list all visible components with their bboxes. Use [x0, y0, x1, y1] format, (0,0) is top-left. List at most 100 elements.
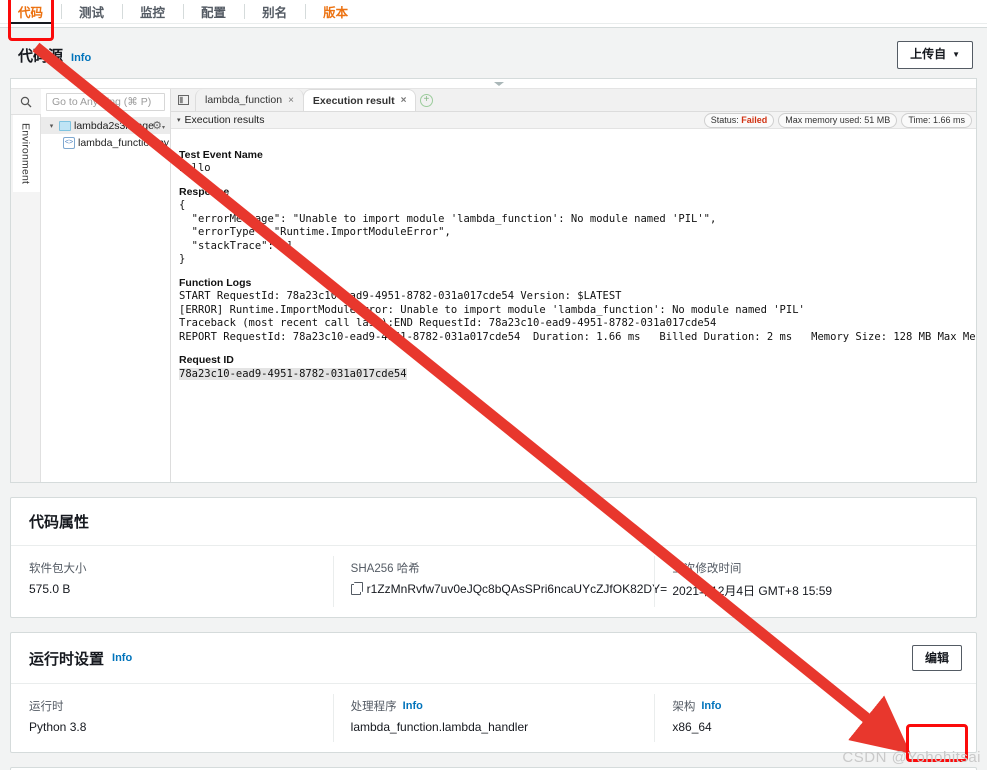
status-badge-value: Failed [741, 114, 768, 125]
architecture-info-link[interactable]: Info [701, 700, 721, 712]
code-source-header: 代码源 Info 上传自 ▼ [0, 28, 987, 78]
close-icon[interactable]: × [401, 95, 407, 106]
runtime-settings-title: 运行时设置 [29, 650, 105, 668]
runtime-column: 运行时 Python 3.8 [11, 684, 333, 752]
tab-monitor[interactable]: 监控 [122, 0, 183, 23]
copy-icon[interactable] [350, 581, 363, 595]
response-line-3: "stackTrace": [] [179, 239, 293, 252]
request-id-value: 78a23c10-ead9-4951-8782-031a017cde54 [179, 367, 407, 380]
go-to-anything-input[interactable]: Go to Anything (⌘ P) [46, 93, 165, 111]
handler-label: 处理程序 [350, 701, 397, 713]
response-line-0: { [179, 199, 186, 211]
upload-from-button[interactable]: 上传自 ▼ [897, 41, 973, 69]
handler-label-row: 处理程序 Info [351, 698, 637, 714]
runtime-settings-header: 运行时设置 Info 编辑 [11, 633, 976, 684]
file-tree-pane: Go to Anything (⌘ P) ▾ lambda2s3image ⚙▾… [41, 89, 171, 482]
function-tab-bar: 代码 测试 监控 配置 别名 版本 [0, 0, 987, 24]
new-tab-icon[interactable]: + [415, 89, 437, 111]
folder-icon [59, 120, 71, 131]
close-icon[interactable]: × [288, 95, 294, 106]
duration-badge: Time: 1.66 ms [901, 112, 972, 128]
runtime-settings-card: 运行时设置 Info 编辑 运行时 Python 3.8 处理程序 Info l… [10, 632, 977, 753]
max-memory-badge: Max memory used: 51 MB [778, 112, 898, 128]
function-log-line-2: Traceback (most recent call last):END Re… [179, 317, 717, 329]
ide-activity-rail: Environment [10, 89, 41, 482]
runtime-label: 运行时 [29, 701, 64, 713]
cloud9-ide: Environment Go to Anything (⌘ P) ▾ lambd… [10, 78, 977, 483]
runtime-settings-body: 运行时 Python 3.8 处理程序 Info lambda_function… [11, 684, 976, 752]
ide-splitter-handle[interactable] [11, 79, 976, 89]
tab-aliases-label: 别名 [262, 6, 288, 20]
editor-tab-strip: lambda_function × Execution result × + [171, 89, 976, 112]
tab-code[interactable]: 代码 [0, 0, 61, 24]
response-line-1: "errorMessage": "Unable to import module… [179, 212, 717, 225]
code-source-title: 代码源 [18, 47, 64, 65]
tab-monitor-label: 监控 [140, 6, 166, 20]
tab-code-label: 代码 [18, 6, 44, 20]
chevron-down-icon[interactable]: ▾ [47, 122, 56, 130]
environment-rail-label[interactable]: Environment [12, 115, 40, 193]
code-source-info-link[interactable]: Info [71, 52, 91, 64]
test-event-name-heading: Test Event Name [179, 148, 263, 161]
sha256-value-row: r1ZzMnRvfw7uv0eJQc8bQAsSPri6ncaUYcZJfOK8… [350, 581, 667, 596]
execution-status-pills: Status: Failed Max memory used: 51 MB Ti… [703, 112, 972, 128]
tab-list-icon[interactable] [171, 89, 195, 111]
gear-icon[interactable]: ⚙▾ [152, 119, 165, 132]
execution-results-label-group: ▾ Execution results [177, 114, 264, 126]
package-size-value: 575.0 B [29, 582, 71, 596]
tab-versions[interactable]: 版本 [305, 0, 366, 23]
tab-configuration-label: 配置 [201, 6, 227, 20]
tab-test-label: 测试 [79, 6, 105, 20]
editor-tab-execution-result-label: Execution result [312, 94, 395, 107]
lambda-console-page: 代码 测试 监控 配置 别名 版本 代码源 Info 上传自 ▼ Environ… [0, 0, 987, 770]
tree-item-file[interactable]: <> lambda_function.py [41, 134, 170, 151]
function-logs-heading: Function Logs [179, 276, 252, 289]
last-modified-value: 2021年12月4日 GMT+8 15:59 [672, 584, 833, 598]
architecture-column: 架构 Info x86_64 [654, 684, 976, 752]
handler-value: lambda_function.lambda_handler [350, 720, 529, 734]
go-to-anything-placeholder: Go to Anything (⌘ P) [52, 96, 152, 108]
function-log-line-1: [ERROR] Runtime.ImportModuleError: Unabl… [179, 303, 805, 316]
tree-item-folder-label: lambda2s3image [74, 119, 154, 132]
tab-aliases[interactable]: 别名 [244, 0, 305, 23]
architecture-label-row: 架构 Info [672, 698, 958, 714]
new-tab-label: + [419, 93, 433, 107]
handler-info-link[interactable]: Info [403, 700, 423, 712]
editor-tab-execution-result[interactable]: Execution result × [302, 89, 417, 111]
architecture-label: 架构 [672, 701, 696, 713]
package-size-column: 软件包大小 575.0 B [11, 546, 333, 617]
ide-body: Environment Go to Anything (⌘ P) ▾ lambd… [10, 89, 976, 482]
function-log-line-0: START RequestId: 78a23c10-ead9-4951-8782… [179, 290, 622, 302]
editor-tab-lambda-function[interactable]: lambda_function × [195, 89, 304, 111]
runtime-settings-title-row: 运行时设置 Info [29, 648, 132, 669]
execution-output-console[interactable]: Test Event Name hello Response{ "errorMes… [171, 129, 976, 482]
code-properties-body: 软件包大小 575.0 B SHA256 哈希 r1ZzMnRvfw7uv0eJ… [11, 546, 976, 617]
handler-column: 处理程序 Info lambda_function.lambda_handler [332, 684, 655, 752]
status-badge-prefix: Status: [710, 114, 742, 125]
code-source-title-row: 代码源 Info [18, 45, 91, 66]
last-modified-column: 上次修改时间 2021年12月4日 GMT+8 15:59 [654, 546, 976, 617]
response-line-2: "errorType": "Runtime.ImportModuleError"… [179, 226, 451, 238]
code-properties-title: 代码属性 [29, 514, 90, 531]
runtime-settings-edit-button[interactable]: 编辑 [911, 645, 962, 671]
response-heading: Response [179, 185, 230, 198]
chevron-down-icon[interactable]: ▾ [177, 116, 181, 124]
upload-from-label: 上传自 [910, 47, 947, 61]
sha256-label: SHA256 哈希 [350, 563, 420, 575]
package-size-label: 软件包大小 [29, 563, 87, 575]
editor-pane: lambda_function × Execution result × + ▾… [171, 89, 976, 482]
response-line-4: } [179, 253, 186, 265]
editor-tab-lambda-function-label: lambda_function [205, 94, 283, 106]
runtime-value: Python 3.8 [29, 720, 87, 734]
code-file-icon: <> [63, 136, 75, 149]
status-badge: Status: Failed [703, 112, 775, 128]
tab-test[interactable]: 测试 [61, 0, 122, 23]
tab-configuration[interactable]: 配置 [183, 0, 244, 23]
runtime-settings-info-link[interactable]: Info [112, 652, 132, 664]
last-modified-label: 上次修改时间 [672, 563, 742, 575]
sha256-column: SHA256 哈希 r1ZzMnRvfw7uv0eJQc8bQAsSPri6nc… [332, 546, 667, 617]
chevron-down-icon: ▾ [161, 125, 165, 131]
tab-versions-label: 版本 [323, 6, 349, 20]
tree-item-folder[interactable]: ▾ lambda2s3image ⚙▾ [41, 117, 170, 134]
search-icon[interactable] [10, 89, 41, 115]
